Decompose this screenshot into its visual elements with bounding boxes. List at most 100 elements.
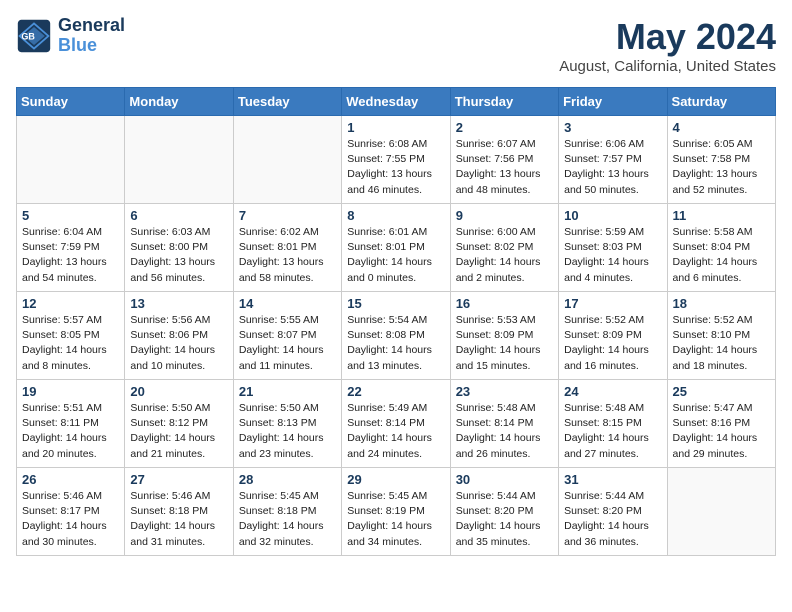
day-number: 13 — [130, 296, 227, 311]
day-info: Sunrise: 5:46 AM Sunset: 8:18 PM Dayligh… — [130, 489, 227, 550]
calendar-cell: 5 Sunrise: 6:04 AM Sunset: 7:59 PM Daylig… — [17, 204, 125, 292]
day-number: 25 — [673, 384, 770, 399]
calendar-cell — [667, 468, 775, 556]
calendar-cell: 22Sunrise: 5:49 AM Sunset: 8:14 PM Dayli… — [342, 380, 450, 468]
calendar-cell: 21 Sunrise: 5:50 AM Sunset: 8:13 PM Dayli… — [233, 380, 341, 468]
calendar-cell: 25 Sunrise: 5:47 AM Sunset: 8:16 PM Dayli… — [667, 380, 775, 468]
week-row-2: 5 Sunrise: 6:04 AM Sunset: 7:59 PM Daylig… — [17, 204, 776, 292]
logo-line1: General — [58, 16, 125, 36]
week-row-4: 19 Sunrise: 5:51 AM Sunset: 8:11 PM Dayli… — [17, 380, 776, 468]
calendar-header-row: SundayMondayTuesdayWednesdayThursdayFrid… — [17, 88, 776, 116]
day-info: Sunrise: 5:59 AM Sunset: 8:03 PM Dayligh… — [564, 225, 661, 286]
main-title: May 2024 — [559, 16, 776, 58]
day-number: 14 — [239, 296, 336, 311]
col-header-monday: Monday — [125, 88, 233, 116]
calendar-cell: 30Sunrise: 5:44 AM Sunset: 8:20 PM Dayli… — [450, 468, 558, 556]
day-info: Sunrise: 5:46 AM Sunset: 8:17 PM Dayligh… — [22, 489, 119, 550]
day-info: Sunrise: 5:49 AM Sunset: 8:14 PM Dayligh… — [347, 401, 444, 462]
calendar-cell — [125, 116, 233, 204]
day-number: 16 — [456, 296, 553, 311]
svg-text:GB: GB — [21, 31, 35, 41]
day-number: 2 — [456, 120, 553, 135]
day-info: Sunrise: 5:54 AM Sunset: 8:08 PM Dayligh… — [347, 313, 444, 374]
calendar-cell: 15 Sunrise: 5:54 AM Sunset: 8:08 PM Dayli… — [342, 292, 450, 380]
calendar-cell: 10 Sunrise: 5:59 AM Sunset: 8:03 PM Dayli… — [559, 204, 667, 292]
day-number: 1 — [347, 120, 444, 135]
day-info: Sunrise: 6:06 AM Sunset: 7:57 PM Dayligh… — [564, 137, 661, 198]
week-row-1: 1Sunrise: 6:08 AM Sunset: 7:55 PM Daylig… — [17, 116, 776, 204]
day-info: Sunrise: 6:07 AM Sunset: 7:56 PM Dayligh… — [456, 137, 553, 198]
calendar-cell — [17, 116, 125, 204]
day-number: 31 — [564, 472, 661, 487]
day-number: 29 — [347, 472, 444, 487]
calendar-cell: 23Sunrise: 5:48 AM Sunset: 8:14 PM Dayli… — [450, 380, 558, 468]
day-number: 15 — [347, 296, 444, 311]
logo: GB General Blue — [16, 16, 125, 56]
day-info: Sunrise: 5:44 AM Sunset: 8:20 PM Dayligh… — [564, 489, 661, 550]
day-info: Sunrise: 5:44 AM Sunset: 8:20 PM Dayligh… — [456, 489, 553, 550]
day-info: Sunrise: 6:04 AM Sunset: 7:59 PM Dayligh… — [22, 225, 119, 286]
col-header-sunday: Sunday — [17, 88, 125, 116]
day-info: Sunrise: 5:58 AM Sunset: 8:04 PM Dayligh… — [673, 225, 770, 286]
day-number: 4 — [673, 120, 770, 135]
day-number: 5 — [22, 208, 119, 223]
day-info: Sunrise: 5:48 AM Sunset: 8:15 PM Dayligh… — [564, 401, 661, 462]
calendar-cell: 19 Sunrise: 5:51 AM Sunset: 8:11 PM Dayli… — [17, 380, 125, 468]
day-info: Sunrise: 5:57 AM Sunset: 8:05 PM Dayligh… — [22, 313, 119, 374]
calendar-cell — [233, 116, 341, 204]
day-info: Sunrise: 6:02 AM Sunset: 8:01 PM Dayligh… — [239, 225, 336, 286]
calendar-cell: 17 Sunrise: 5:52 AM Sunset: 8:09 PM Dayli… — [559, 292, 667, 380]
day-number: 3 — [564, 120, 661, 135]
day-number: 9 — [456, 208, 553, 223]
day-number: 28 — [239, 472, 336, 487]
logo-line2: Blue — [58, 36, 125, 56]
calendar-cell: 27Sunrise: 5:46 AM Sunset: 8:18 PM Dayli… — [125, 468, 233, 556]
col-header-tuesday: Tuesday — [233, 88, 341, 116]
day-info: Sunrise: 6:01 AM Sunset: 8:01 PM Dayligh… — [347, 225, 444, 286]
day-info: Sunrise: 6:00 AM Sunset: 8:02 PM Dayligh… — [456, 225, 553, 286]
day-info: Sunrise: 5:50 AM Sunset: 8:13 PM Dayligh… — [239, 401, 336, 462]
calendar-cell: 13 Sunrise: 5:56 AM Sunset: 8:06 PM Dayli… — [125, 292, 233, 380]
day-number: 23 — [456, 384, 553, 399]
title-area: May 2024 August, California, United Stat… — [559, 16, 776, 75]
calendar-cell: 16 Sunrise: 5:53 AM Sunset: 8:09 PM Dayli… — [450, 292, 558, 380]
day-number: 6 — [130, 208, 227, 223]
calendar-cell: 3 Sunrise: 6:06 AM Sunset: 7:57 PM Daylig… — [559, 116, 667, 204]
logo-text: General Blue — [58, 16, 125, 56]
day-info: Sunrise: 5:55 AM Sunset: 8:07 PM Dayligh… — [239, 313, 336, 374]
calendar-cell: 2 Sunrise: 6:07 AM Sunset: 7:56 PM Daylig… — [450, 116, 558, 204]
day-info: Sunrise: 5:56 AM Sunset: 8:06 PM Dayligh… — [130, 313, 227, 374]
calendar-cell: 4Sunrise: 6:05 AM Sunset: 7:58 PM Daylig… — [667, 116, 775, 204]
day-info: Sunrise: 5:53 AM Sunset: 8:09 PM Dayligh… — [456, 313, 553, 374]
day-number: 10 — [564, 208, 661, 223]
calendar-cell: 28Sunrise: 5:45 AM Sunset: 8:18 PM Dayli… — [233, 468, 341, 556]
day-info: Sunrise: 5:50 AM Sunset: 8:12 PM Dayligh… — [130, 401, 227, 462]
subtitle: August, California, United States — [559, 58, 776, 75]
week-row-5: 26Sunrise: 5:46 AM Sunset: 8:17 PM Dayli… — [17, 468, 776, 556]
day-number: 8 — [347, 208, 444, 223]
day-info: Sunrise: 5:52 AM Sunset: 8:09 PM Dayligh… — [564, 313, 661, 374]
page-header: GB General Blue May 2024 August, Califor… — [16, 16, 776, 75]
day-info: Sunrise: 5:51 AM Sunset: 8:11 PM Dayligh… — [22, 401, 119, 462]
day-number: 21 — [239, 384, 336, 399]
day-number: 11 — [673, 208, 770, 223]
calendar-cell: 1Sunrise: 6:08 AM Sunset: 7:55 PM Daylig… — [342, 116, 450, 204]
calendar-cell: 26Sunrise: 5:46 AM Sunset: 8:17 PM Dayli… — [17, 468, 125, 556]
calendar-table: SundayMondayTuesdayWednesdayThursdayFrid… — [16, 87, 776, 556]
day-number: 18 — [673, 296, 770, 311]
calendar-cell: 20 Sunrise: 5:50 AM Sunset: 8:12 PM Dayli… — [125, 380, 233, 468]
day-number: 17 — [564, 296, 661, 311]
day-number: 24 — [564, 384, 661, 399]
col-header-saturday: Saturday — [667, 88, 775, 116]
day-info: Sunrise: 5:45 AM Sunset: 8:19 PM Dayligh… — [347, 489, 444, 550]
calendar-cell: 6Sunrise: 6:03 AM Sunset: 8:00 PM Daylig… — [125, 204, 233, 292]
day-info: Sunrise: 5:47 AM Sunset: 8:16 PM Dayligh… — [673, 401, 770, 462]
logo-icon: GB — [16, 18, 52, 54]
calendar-cell: 7 Sunrise: 6:02 AM Sunset: 8:01 PM Daylig… — [233, 204, 341, 292]
day-number: 7 — [239, 208, 336, 223]
day-number: 20 — [130, 384, 227, 399]
day-number: 19 — [22, 384, 119, 399]
calendar-cell: 24 Sunrise: 5:48 AM Sunset: 8:15 PM Dayli… — [559, 380, 667, 468]
col-header-thursday: Thursday — [450, 88, 558, 116]
calendar-cell: 11 Sunrise: 5:58 AM Sunset: 8:04 PM Dayli… — [667, 204, 775, 292]
